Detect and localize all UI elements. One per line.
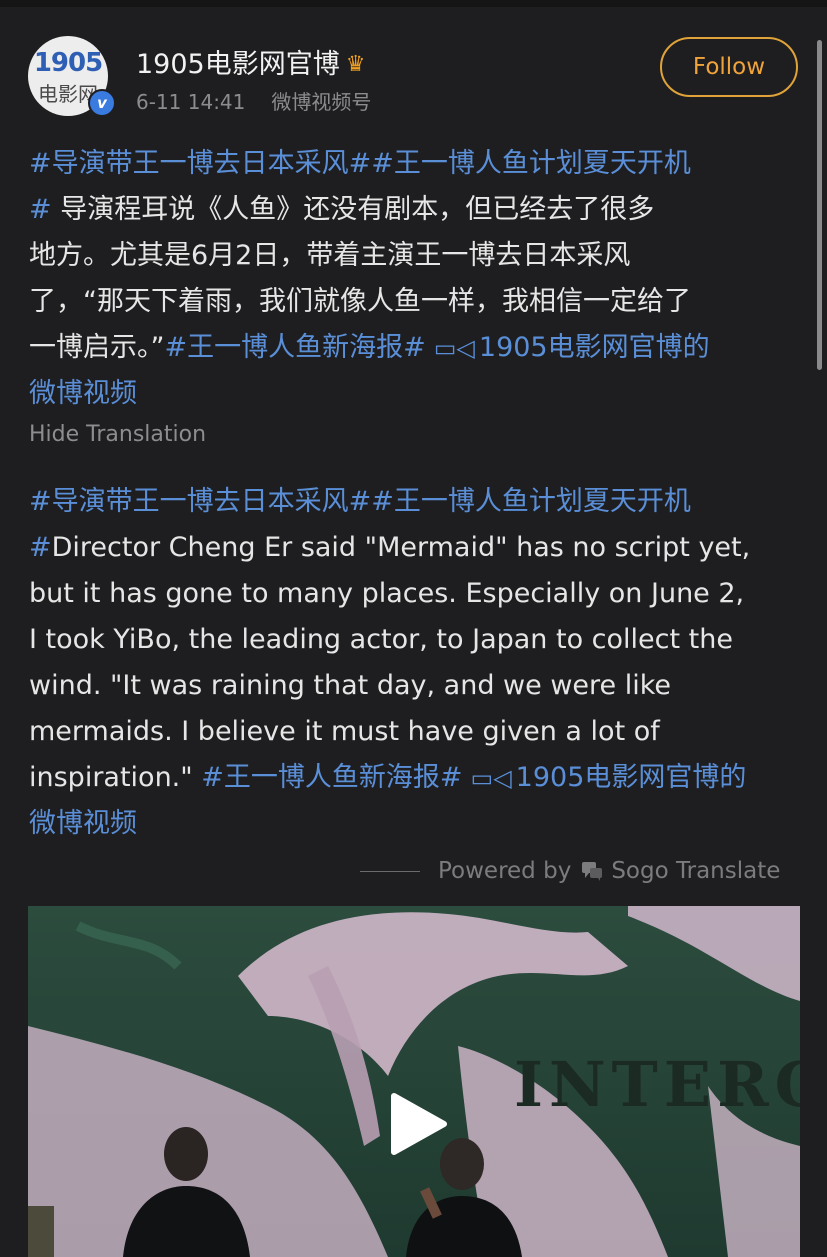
text-line: mermaids. I believe it must have given a…: [29, 716, 660, 747]
scrollbar[interactable]: [817, 40, 822, 370]
video-link[interactable]: 1905电影网官博的: [516, 762, 747, 793]
avatar-logo-number: 1905: [33, 48, 103, 78]
top-divider: [0, 0, 827, 7]
text-span: inspiration.": [29, 762, 202, 793]
text-line: inspiration." #王一博人鱼新海报# ▭◁ 1905电影网官博的: [29, 755, 809, 801]
play-icon[interactable]: [388, 1092, 448, 1156]
powered-by-label: Powered by: [438, 858, 572, 884]
post-author-name[interactable]: 1905电影网官博 ♛: [136, 42, 365, 81]
video-thumbnail: INTERO: [28, 906, 800, 1257]
divider-line: [360, 870, 420, 872]
follow-button[interactable]: Follow: [660, 37, 798, 97]
text-line: I took YiBo, the leading actor, to Japan…: [29, 624, 733, 655]
video-camera-icon: ▭◁: [433, 334, 475, 362]
translate-icon: [582, 862, 603, 881]
text-line: 微博视频: [29, 801, 809, 847]
text-line: #Director Cheng Er said "Mermaid" has no…: [29, 525, 809, 571]
video-link[interactable]: 1905电影网官博的: [479, 332, 710, 363]
text-span: 导演程耳说《人鱼》还没有剧本，但已经去了很多: [51, 194, 655, 225]
hashtag-link[interactable]: #导演带王一博去日本采风##王一博人鱼计划夏天开机: [29, 148, 691, 179]
hashtag-link[interactable]: #: [29, 194, 52, 225]
video-camera-icon: ▭◁: [470, 764, 512, 792]
crown-icon: ♛: [345, 52, 366, 77]
text-line: 一博启示。”#王一博人鱼新海报# ▭◁ 1905电影网官博的: [29, 325, 809, 371]
hashtag-link[interactable]: #王一博人鱼新海报#: [165, 332, 426, 363]
powered-by-credit: Powered by Sogo Translate: [360, 855, 780, 887]
post-original-text: #导演带王一博去日本采风##王一博人鱼计划夏天开机 # 导演程耳说《人鱼》还没有…: [29, 141, 809, 417]
video-link[interactable]: 微博视频: [29, 808, 137, 839]
text-line: #导演带王一博去日本采风##王一博人鱼计划夏天开机: [29, 479, 809, 525]
hashtag-link[interactable]: #王一博人鱼新海报#: [201, 762, 462, 793]
hashtag-link[interactable]: #: [29, 532, 52, 563]
text-line: 地方。尤其是6月2日，带着主演王一博去日本采风: [29, 240, 631, 271]
post-translated-text: #导演带王一博去日本采风##王一博人鱼计划夏天开机 #Director Chen…: [29, 479, 809, 847]
text-line: wind. "It was raining that day, and we w…: [29, 670, 672, 701]
hashtag-link[interactable]: #导演带王一博去日本采风##王一博人鱼计划夏天开机: [29, 486, 691, 517]
text-line: #导演带王一博去日本采风##王一博人鱼计划夏天开机: [29, 141, 809, 187]
post-source[interactable]: 微博视频号: [271, 90, 371, 114]
video-overlay-text: INTERO: [514, 1048, 800, 1121]
text-span: Director Cheng Er said "Mermaid" has no …: [51, 532, 751, 563]
text-line: 微博视频: [29, 371, 809, 417]
post-meta: 6-11 14:41 微博视频号: [136, 86, 371, 115]
text-line: # 导演程耳说《人鱼》还没有剧本，但已经去了很多: [29, 187, 809, 233]
translate-service-name: Sogo Translate: [611, 858, 781, 884]
text-line: 了，“那天下着雨，我们就像人鱼一样，我相信一定给了: [29, 286, 691, 317]
post-timestamp: 6-11 14:41: [136, 90, 246, 114]
video-link[interactable]: 微博视频: [29, 378, 137, 409]
text-span: 一博启示。”: [29, 332, 165, 363]
author-name-text: 1905电影网官博: [136, 49, 340, 80]
verified-badge-icon: v: [88, 89, 116, 117]
text-line: but it has gone to many places. Especial…: [29, 578, 745, 609]
video-player[interactable]: INTERO: [28, 906, 800, 1257]
hide-translation-link[interactable]: Hide Translation: [29, 422, 206, 447]
